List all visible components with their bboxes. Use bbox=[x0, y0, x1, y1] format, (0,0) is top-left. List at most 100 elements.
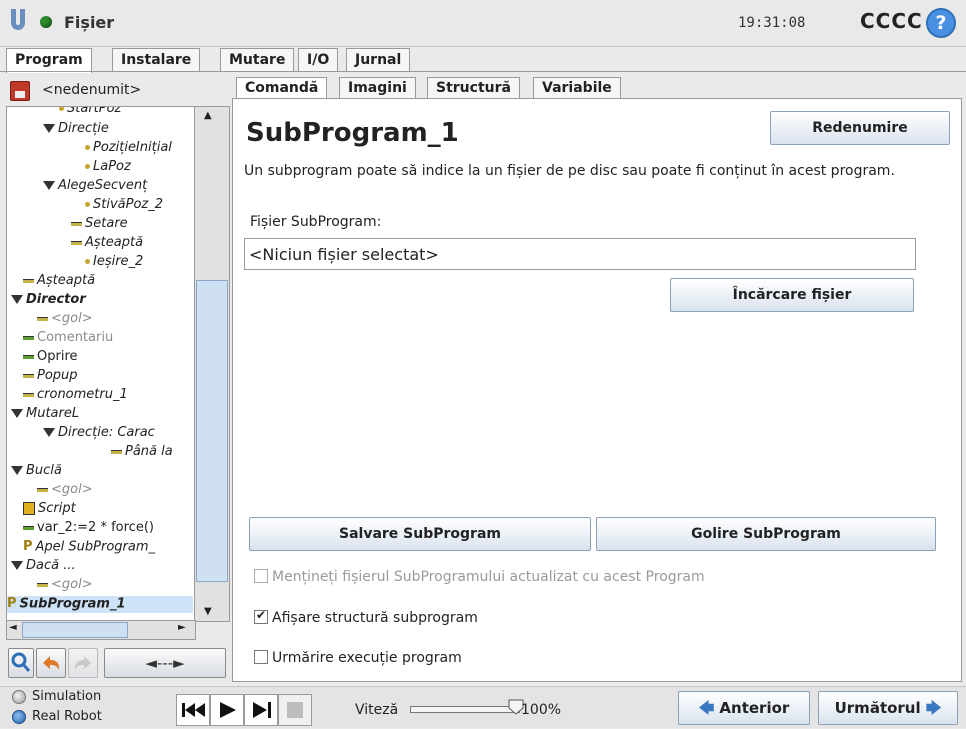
scroll-up-icon[interactable]: ▲ bbox=[204, 110, 212, 121]
tree-node[interactable]: Comentariu bbox=[23, 330, 113, 346]
step-icon bbox=[253, 702, 271, 718]
previous-button[interactable]: 🡄 Anterior bbox=[678, 691, 810, 725]
play-button[interactable] bbox=[210, 694, 244, 726]
tree-scroll-thumb[interactable] bbox=[196, 280, 228, 582]
tab-variabile[interactable]: Variabile bbox=[533, 77, 621, 98]
command-bar-icon bbox=[23, 335, 34, 340]
robot-status-icon bbox=[40, 16, 52, 28]
tree-node[interactable]: <gol> bbox=[37, 577, 93, 593]
tab-mutare[interactable]: Mutare bbox=[220, 48, 295, 71]
stop-button[interactable] bbox=[278, 694, 312, 726]
tree-node[interactable]: LaPoz bbox=[85, 159, 131, 175]
clock: 19:31:08 bbox=[738, 15, 806, 31]
help-icon[interactable]: ? bbox=[926, 8, 956, 38]
subprogram-icon: P bbox=[23, 539, 33, 554]
keep-file-updated-checkbox[interactable]: Mențineți fișierul SubProgramului actual… bbox=[254, 569, 705, 585]
tab-program[interactable]: Program bbox=[6, 48, 92, 73]
rename-button[interactable]: Redenumire bbox=[770, 111, 950, 145]
load-file-button[interactable]: Încărcare fișier bbox=[670, 278, 914, 312]
tree-node[interactable]: Oprire bbox=[23, 349, 78, 365]
next-button[interactable]: Următorul 🡆 bbox=[818, 691, 958, 725]
tree-node[interactable]: cronometru_1 bbox=[23, 387, 128, 403]
save-subprogram-button[interactable]: Salvare SubProgram bbox=[249, 517, 591, 551]
tree-node[interactable]: StivăPoz_2 bbox=[85, 197, 163, 213]
tree-node[interactable]: StartPoz bbox=[59, 107, 121, 117]
expand-triangle-icon bbox=[11, 295, 23, 304]
redo-button[interactable] bbox=[68, 648, 98, 678]
command-bar-icon bbox=[71, 240, 82, 245]
tab-comanda[interactable]: Comandă bbox=[236, 77, 328, 98]
command-bar-icon bbox=[111, 449, 122, 454]
tree-node[interactable]: AlegeSecvenț bbox=[43, 178, 147, 194]
script-icon bbox=[23, 502, 35, 515]
command-panel bbox=[232, 98, 962, 682]
show-structure-checkbox[interactable]: ✔ Afișare structură subprogram bbox=[254, 608, 478, 626]
expand-triangle-icon bbox=[11, 466, 23, 475]
tab-instalare[interactable]: Instalare bbox=[112, 48, 201, 71]
clear-subprogram-button[interactable]: Golire SubProgram bbox=[596, 517, 936, 551]
tree-node[interactable]: Buclă bbox=[11, 463, 62, 479]
expand-triangle-icon bbox=[11, 409, 23, 418]
speed-slider[interactable] bbox=[410, 706, 520, 713]
checkbox-box[interactable]: ✔ bbox=[254, 608, 268, 624]
speed-value: 100% bbox=[521, 702, 562, 718]
step-button[interactable] bbox=[244, 694, 278, 726]
undo-button[interactable] bbox=[36, 648, 66, 678]
scroll-left-icon[interactable]: ◄ bbox=[9, 622, 17, 633]
file-label: Fișier SubProgram: bbox=[250, 214, 382, 230]
checkbox-label: Mențineți fișierul SubProgramului actual… bbox=[272, 569, 705, 585]
tree-node[interactable]: Director bbox=[11, 292, 86, 308]
arrow-right-icon: 🡆 bbox=[925, 699, 942, 717]
tab-io[interactable]: I/O bbox=[298, 48, 339, 71]
program-tree[interactable]: StartPoz Direcție PozițieInițial LaPoz A… bbox=[6, 106, 196, 622]
command-bar-icon bbox=[23, 354, 34, 359]
save-program-icon[interactable] bbox=[10, 81, 30, 101]
tree-node[interactable]: Direcție bbox=[43, 121, 109, 137]
scroll-down-icon[interactable]: ▼ bbox=[204, 606, 212, 617]
tree-node[interactable]: Direcție: Carac bbox=[43, 425, 155, 441]
file-menu[interactable]: Fișier bbox=[64, 13, 114, 32]
tab-imagini[interactable]: Imagini bbox=[339, 77, 416, 98]
command-bar-icon bbox=[37, 487, 48, 492]
tree-node[interactable]: Ieșire_2 bbox=[85, 254, 143, 270]
tree-node[interactable]: Așteaptă bbox=[23, 273, 95, 289]
expand-triangle-icon bbox=[43, 124, 55, 133]
subprogram-file-field[interactable]: <Niciun fișier selectat> bbox=[244, 238, 916, 270]
arrow-left-icon: 🡄 bbox=[698, 699, 715, 717]
checkbox-box[interactable] bbox=[254, 569, 268, 583]
move-node-button[interactable]: ◄---► bbox=[104, 648, 226, 678]
expand-triangle-icon bbox=[11, 561, 23, 570]
tree-node[interactable]: Setare bbox=[71, 216, 128, 232]
tree-node[interactable]: P Apel SubProgram_ bbox=[23, 539, 155, 556]
tab-jurnal[interactable]: Jurnal bbox=[346, 48, 411, 71]
title-bar bbox=[0, 0, 966, 47]
rewind-button[interactable] bbox=[176, 694, 210, 726]
follow-execution-checkbox[interactable]: Urmărire execuție program bbox=[254, 650, 462, 666]
tree-node[interactable]: <gol> bbox=[37, 311, 93, 327]
subprogram-icon: P bbox=[7, 596, 17, 611]
stop-icon bbox=[287, 702, 303, 718]
tree-node[interactable]: var_2:=2 * force() bbox=[23, 520, 154, 536]
tree-node[interactable]: Popup bbox=[23, 368, 78, 384]
mode-simulation[interactable]: Simulation bbox=[12, 689, 101, 704]
tree-node[interactable]: Până la bbox=[111, 444, 173, 460]
tree-node[interactable]: <gol> bbox=[37, 482, 93, 498]
tree-node[interactable]: Așteaptă bbox=[71, 235, 143, 251]
tree-hscroll-thumb[interactable] bbox=[22, 622, 128, 638]
rewind-icon bbox=[182, 703, 205, 717]
search-button[interactable] bbox=[8, 648, 34, 678]
tree-node[interactable]: Script bbox=[23, 501, 76, 517]
checkbox-box[interactable] bbox=[254, 650, 268, 664]
redo-icon bbox=[74, 656, 91, 670]
command-bar-icon bbox=[23, 392, 34, 397]
mode-real-robot[interactable]: Real Robot bbox=[12, 709, 102, 724]
tab-structura[interactable]: Structură bbox=[427, 77, 520, 98]
tree-node[interactable]: PozițieInițial bbox=[85, 140, 172, 156]
tab-divider bbox=[0, 71, 966, 72]
tree-node[interactable]: Dacă ... bbox=[11, 558, 76, 574]
command-bar-icon bbox=[23, 525, 34, 530]
tree-node-selected[interactable]: P SubProgram_1 bbox=[7, 596, 193, 613]
scroll-right-icon[interactable]: ► bbox=[178, 622, 186, 633]
tree-node[interactable]: MutareL bbox=[11, 406, 79, 422]
subprogram-title: SubProgram_1 bbox=[246, 118, 459, 148]
